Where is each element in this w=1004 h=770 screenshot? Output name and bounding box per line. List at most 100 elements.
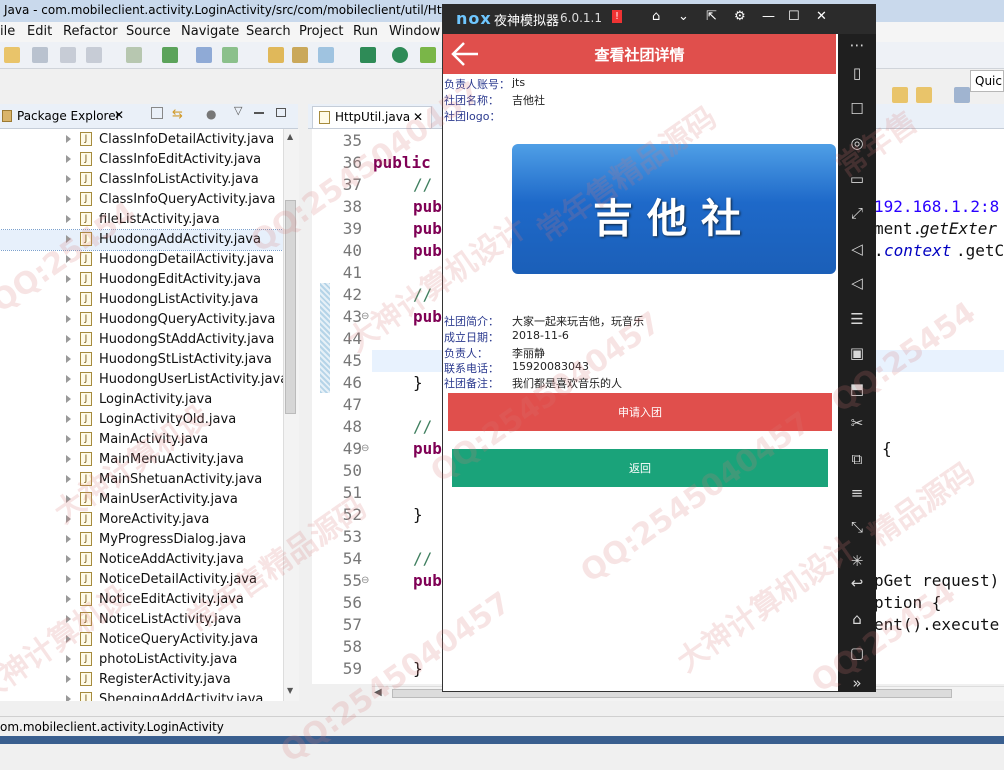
- expand-arrow-icon[interactable]: [66, 135, 71, 143]
- back-button[interactable]: 返回: [452, 449, 828, 487]
- expand-arrow-icon[interactable]: [66, 395, 71, 403]
- file-tree-item[interactable]: J HuodongDetailActivity.java: [0, 250, 283, 270]
- expand-arrow-icon[interactable]: [66, 635, 71, 643]
- chevron-down-icon[interactable]: ▽: [234, 104, 242, 117]
- file-tree-item[interactable]: J NoticeQueryActivity.java: [0, 630, 283, 650]
- expand-arrow-icon[interactable]: [66, 235, 71, 243]
- expand-arrow-icon[interactable]: [66, 155, 71, 163]
- expand-arrow-icon[interactable]: [66, 195, 71, 203]
- menu-window[interactable]: Window: [389, 24, 440, 39]
- expand-arrow-icon[interactable]: [66, 615, 71, 623]
- debug-icon[interactable]: [196, 47, 212, 63]
- print-icon[interactable]: [126, 47, 142, 63]
- menu-refactor[interactable]: Refactor: [63, 24, 118, 39]
- next-annotation-icon[interactable]: [892, 87, 908, 103]
- expand-arrow-icon[interactable]: [66, 595, 71, 603]
- coverage-icon[interactable]: [420, 47, 436, 63]
- expand-arrow-icon[interactable]: [66, 675, 71, 683]
- file-tree-item[interactable]: J ClassInfoListActivity.java: [0, 170, 283, 190]
- home-icon[interactable]: ⌂: [652, 9, 660, 24]
- expand-arrow-icon[interactable]: [66, 175, 71, 183]
- toolbox-icon[interactable]: ☰: [848, 310, 866, 328]
- file-tree-item[interactable]: J HuodongStListActivity.java: [0, 350, 283, 370]
- new-icon[interactable]: [4, 47, 20, 63]
- expand-arrow-icon[interactable]: [66, 215, 71, 223]
- file-tree-item[interactable]: J ClassInfoEditActivity.java: [0, 150, 283, 170]
- run-last-icon[interactable]: [392, 47, 408, 63]
- file-tree-item[interactable]: J MainMenuActivity.java: [0, 450, 283, 470]
- collapse-all-icon[interactable]: [151, 107, 163, 119]
- expand-arrow-icon[interactable]: [66, 375, 71, 383]
- menu-source[interactable]: Source: [126, 24, 171, 39]
- volume-down-icon[interactable]: ◁: [848, 274, 866, 292]
- more-icon[interactable]: ⋯: [848, 36, 866, 54]
- expand-arrow-icon[interactable]: [66, 475, 71, 483]
- view-menu-icon[interactable]: ●: [206, 107, 216, 121]
- expand-arrow-icon[interactable]: [66, 315, 71, 323]
- expand-arrow-icon[interactable]: [66, 295, 71, 303]
- expand-arrow-icon[interactable]: [66, 415, 71, 423]
- prev-annotation-icon[interactable]: [916, 87, 932, 103]
- scissors-icon[interactable]: ✂: [848, 414, 866, 432]
- link-editor-icon[interactable]: ⇆: [172, 107, 183, 122]
- maximize-icon[interactable]: [276, 108, 286, 117]
- file-tree-item[interactable]: J NoticeListActivity.java: [0, 610, 283, 630]
- menu-navigate[interactable]: Navigate: [181, 24, 239, 39]
- volume-up-icon[interactable]: ◁: [848, 240, 866, 258]
- file-tree-item[interactable]: J ClassInfoDetailActivity.java: [0, 130, 283, 150]
- file-tree-item[interactable]: J ClassInfoQueryActivity.java: [0, 190, 283, 210]
- menu-file[interactable]: ile: [0, 24, 15, 39]
- phone-icon[interactable]: ▯: [848, 64, 866, 82]
- file-tree-item[interactable]: J MainActivity.java: [0, 430, 283, 450]
- multi-window-icon[interactable]: ⧉: [848, 450, 866, 468]
- fold-toggle-icon[interactable]: ⊖: [361, 311, 369, 322]
- file-tree-item[interactable]: J HuodongListActivity.java: [0, 290, 283, 310]
- file-tree-item[interactable]: J NoticeEditActivity.java: [0, 590, 283, 610]
- file-tree-item[interactable]: J HuodongAddActivity.java: [0, 229, 283, 251]
- expand-arrow-icon[interactable]: [66, 555, 71, 563]
- open-icon[interactable]: [32, 47, 48, 63]
- expand-arrow-icon[interactable]: [66, 355, 71, 363]
- save-icon[interactable]: [60, 47, 76, 63]
- expand-arrow-icon[interactable]: [66, 275, 71, 283]
- file-tree-item[interactable]: JfileListActivity.java: [0, 210, 283, 230]
- file-tree-item[interactable]: J LoginActivity.java: [0, 390, 283, 410]
- menu-search[interactable]: Search: [246, 24, 291, 39]
- resize-icon[interactable]: ⤡: [848, 518, 866, 536]
- menu-project[interactable]: Project: [299, 24, 343, 39]
- file-tree-item[interactable]: J MoreActivity.java: [0, 510, 283, 530]
- join-club-button[interactable]: 申请入团: [448, 393, 832, 431]
- checkbox-icon[interactable]: [222, 47, 238, 63]
- menu-run[interactable]: Run: [353, 24, 378, 39]
- package-icon[interactable]: [268, 47, 284, 63]
- file-tree-item[interactable]: J HuodongQueryActivity.java: [0, 310, 283, 330]
- screenshot-icon[interactable]: ▣: [848, 344, 866, 362]
- expand-arrow-icon[interactable]: [66, 455, 71, 463]
- expand-arrow-icon[interactable]: [66, 255, 71, 263]
- loading-icon[interactable]: ✳: [848, 552, 866, 570]
- file-tree-item[interactable]: J HuodongUserListActivity.java: [0, 370, 283, 390]
- close-icon[interactable]: ✕: [114, 108, 124, 122]
- back-nav-icon[interactable]: ↩: [848, 574, 866, 592]
- keyboard-icon[interactable]: ▭: [848, 170, 866, 188]
- fold-toggle-icon[interactable]: ⊖: [361, 575, 369, 586]
- fold-toggle-icon[interactable]: ⊖: [361, 443, 369, 454]
- file-tree-item[interactable]: J LoginActivityOld.java: [0, 410, 283, 430]
- robot-icon[interactable]: ☐: [848, 100, 866, 118]
- fullscreen-icon[interactable]: ⤢: [848, 204, 866, 222]
- file-tree-item[interactable]: J NoticeDetailActivity.java: [0, 570, 283, 590]
- scroll-down-icon[interactable]: ▼: [287, 686, 293, 695]
- gear-icon[interactable]: ⚙: [734, 9, 746, 24]
- save-all-icon[interactable]: [86, 47, 102, 63]
- location-icon[interactable]: ◎: [848, 134, 866, 152]
- close-icon[interactable]: ✕: [816, 9, 827, 24]
- search-icon[interactable]: [318, 47, 334, 63]
- expand-arrow-icon[interactable]: [66, 435, 71, 443]
- expand-arrow-icon[interactable]: [66, 655, 71, 663]
- quick-access-input[interactable]: Quick: [970, 70, 1004, 92]
- expand-icon[interactable]: »: [848, 674, 866, 692]
- close-icon[interactable]: ✕: [413, 110, 423, 124]
- file-tree-item[interactable]: J RegisterActivity.java: [0, 670, 283, 690]
- file-tree-item[interactable]: J NoticeAddActivity.java: [0, 550, 283, 570]
- expand-arrow-icon[interactable]: [66, 575, 71, 583]
